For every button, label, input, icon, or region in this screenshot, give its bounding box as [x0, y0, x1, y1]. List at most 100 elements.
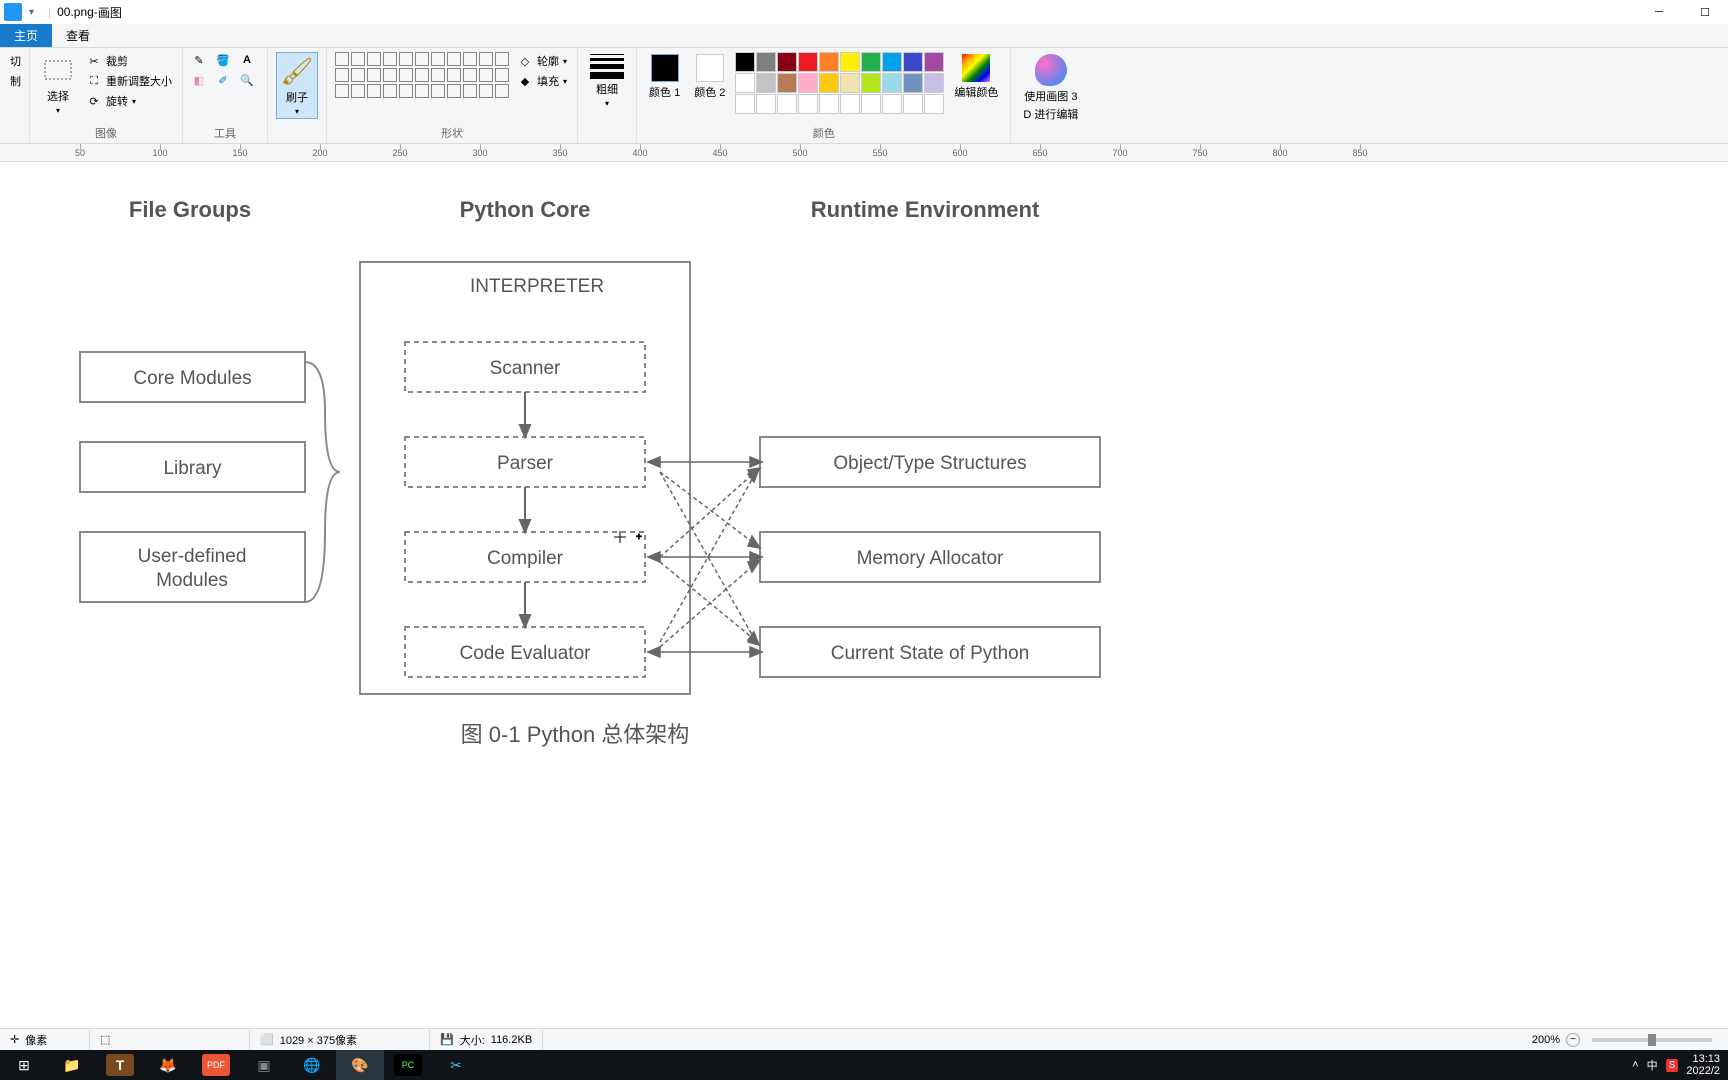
shape-cell[interactable]: [479, 52, 493, 66]
shape-cell[interactable]: [495, 52, 509, 66]
color-swatch[interactable]: [735, 94, 755, 114]
color-swatch[interactable]: [798, 52, 818, 72]
color-swatch[interactable]: [924, 52, 944, 72]
color-swatch[interactable]: [840, 94, 860, 114]
color-swatch[interactable]: [735, 73, 755, 93]
shape-cell[interactable]: [367, 84, 381, 98]
system-tray[interactable]: ˄ 中 S 13:13 2022/2: [1632, 1053, 1728, 1077]
shape-cell[interactable]: [479, 68, 493, 82]
color2-button[interactable]: 颜色 2: [690, 52, 729, 102]
shape-cell[interactable]: [495, 68, 509, 82]
magnifier-icon[interactable]: 🔍: [239, 72, 255, 88]
shape-cell[interactable]: [351, 52, 365, 66]
color-swatch[interactable]: [840, 52, 860, 72]
shape-cell[interactable]: [463, 84, 477, 98]
sogou-icon[interactable]: S: [1666, 1059, 1679, 1072]
shape-cell[interactable]: [335, 84, 349, 98]
tab-view[interactable]: 查看: [52, 24, 104, 47]
color-swatch[interactable]: [819, 52, 839, 72]
shape-cell[interactable]: [415, 84, 429, 98]
snip-icon[interactable]: ✂: [432, 1050, 480, 1080]
color-swatch[interactable]: [756, 94, 776, 114]
edit-colors-button[interactable]: 编辑颜色: [950, 52, 1002, 102]
shape-cell[interactable]: [351, 68, 365, 82]
firefox-icon[interactable]: 🦊: [144, 1050, 192, 1080]
color-swatch[interactable]: [924, 73, 944, 93]
fill-icon[interactable]: 🪣: [215, 52, 231, 68]
shape-cell[interactable]: [495, 84, 509, 98]
color-swatch[interactable]: [882, 94, 902, 114]
color-swatch[interactable]: [819, 94, 839, 114]
tray-chevron-icon[interactable]: ˄: [1632, 1059, 1638, 1071]
qat-dropdown-icon[interactable]: ▾: [29, 7, 41, 18]
color-swatch[interactable]: [777, 52, 797, 72]
paint-taskbar-icon[interactable]: 🎨: [336, 1050, 384, 1080]
color-swatch[interactable]: [798, 94, 818, 114]
rotate-button[interactable]: ⟳旋转 ▾: [84, 92, 174, 110]
color-swatch[interactable]: [735, 52, 755, 72]
shape-cell[interactable]: [383, 68, 397, 82]
resize-button[interactable]: ⛶重新调整大小: [84, 72, 174, 90]
color-swatch[interactable]: [903, 52, 923, 72]
color-swatch[interactable]: [861, 52, 881, 72]
color-swatch[interactable]: [798, 73, 818, 93]
text-app-icon[interactable]: T: [106, 1054, 134, 1076]
tab-file[interactable]: 主页: [0, 24, 52, 47]
outline-button[interactable]: ◇轮廓 ▾: [515, 52, 569, 70]
shape-cell[interactable]: [351, 84, 365, 98]
zoom-slider[interactable]: [1592, 1038, 1712, 1042]
color-swatch[interactable]: [903, 94, 923, 114]
shape-cell[interactable]: [367, 52, 381, 66]
shape-cell[interactable]: [335, 52, 349, 66]
color-swatch[interactable]: [777, 94, 797, 114]
chrome-icon[interactable]: 🌐: [288, 1050, 336, 1080]
explorer-icon[interactable]: 📁: [48, 1050, 96, 1080]
paint3d-button[interactable]: 使用画图 3 D 进行编辑: [1019, 52, 1082, 124]
cut-button[interactable]: 切: [8, 52, 23, 70]
color-swatch[interactable]: [861, 94, 881, 114]
eraser-icon[interactable]: ◧: [191, 72, 207, 88]
pdf-icon[interactable]: PDF: [202, 1054, 230, 1076]
shape-cell[interactable]: [431, 84, 445, 98]
color-swatch[interactable]: [756, 52, 776, 72]
shape-cell[interactable]: [383, 84, 397, 98]
shape-cell[interactable]: [463, 68, 477, 82]
pencil-icon[interactable]: ✎: [191, 52, 207, 68]
zoom-out-button[interactable]: −: [1566, 1033, 1580, 1047]
terminal-icon[interactable]: ▣: [240, 1050, 288, 1080]
shape-cell[interactable]: [383, 52, 397, 66]
shape-cell[interactable]: [447, 84, 461, 98]
color-swatch[interactable]: [903, 73, 923, 93]
pycharm-icon[interactable]: PC: [394, 1054, 422, 1076]
shape-cell[interactable]: [335, 68, 349, 82]
shape-cell[interactable]: [415, 52, 429, 66]
color-swatch[interactable]: [924, 94, 944, 114]
shape-cell[interactable]: [399, 84, 413, 98]
color-swatch[interactable]: [756, 73, 776, 93]
color-swatch[interactable]: [882, 52, 902, 72]
brushes-button[interactable]: 🖌 刷子 ▾: [276, 52, 318, 119]
start-button[interactable]: ⊞: [0, 1050, 48, 1080]
crop-button[interactable]: ✂裁剪: [84, 52, 174, 70]
select-button[interactable]: 选择 ▾: [38, 52, 78, 117]
color-palette[interactable]: [735, 52, 944, 114]
shape-cell[interactable]: [431, 52, 445, 66]
shape-cell[interactable]: [463, 52, 477, 66]
color-swatch[interactable]: [861, 73, 881, 93]
shape-cell[interactable]: [399, 52, 413, 66]
shape-cell[interactable]: [447, 68, 461, 82]
minimize-button[interactable]: ─: [1636, 0, 1682, 24]
color-swatch[interactable]: [882, 73, 902, 93]
picker-icon[interactable]: ✐: [215, 72, 231, 88]
size-button[interactable]: 粗细 ▾: [586, 52, 628, 110]
color1-button[interactable]: 颜色 1: [645, 52, 684, 102]
shape-cell[interactable]: [399, 68, 413, 82]
shape-cell[interactable]: [431, 68, 445, 82]
text-icon[interactable]: A: [239, 52, 255, 68]
fill-button[interactable]: ◆填充 ▾: [515, 72, 569, 90]
shape-cell[interactable]: [367, 68, 381, 82]
canvas-area[interactable]: File Groups Python Core Runtime Environm…: [0, 162, 1728, 1030]
color-swatch[interactable]: [840, 73, 860, 93]
ime-indicator[interactable]: 中: [1647, 1057, 1658, 1073]
shape-cell[interactable]: [415, 68, 429, 82]
